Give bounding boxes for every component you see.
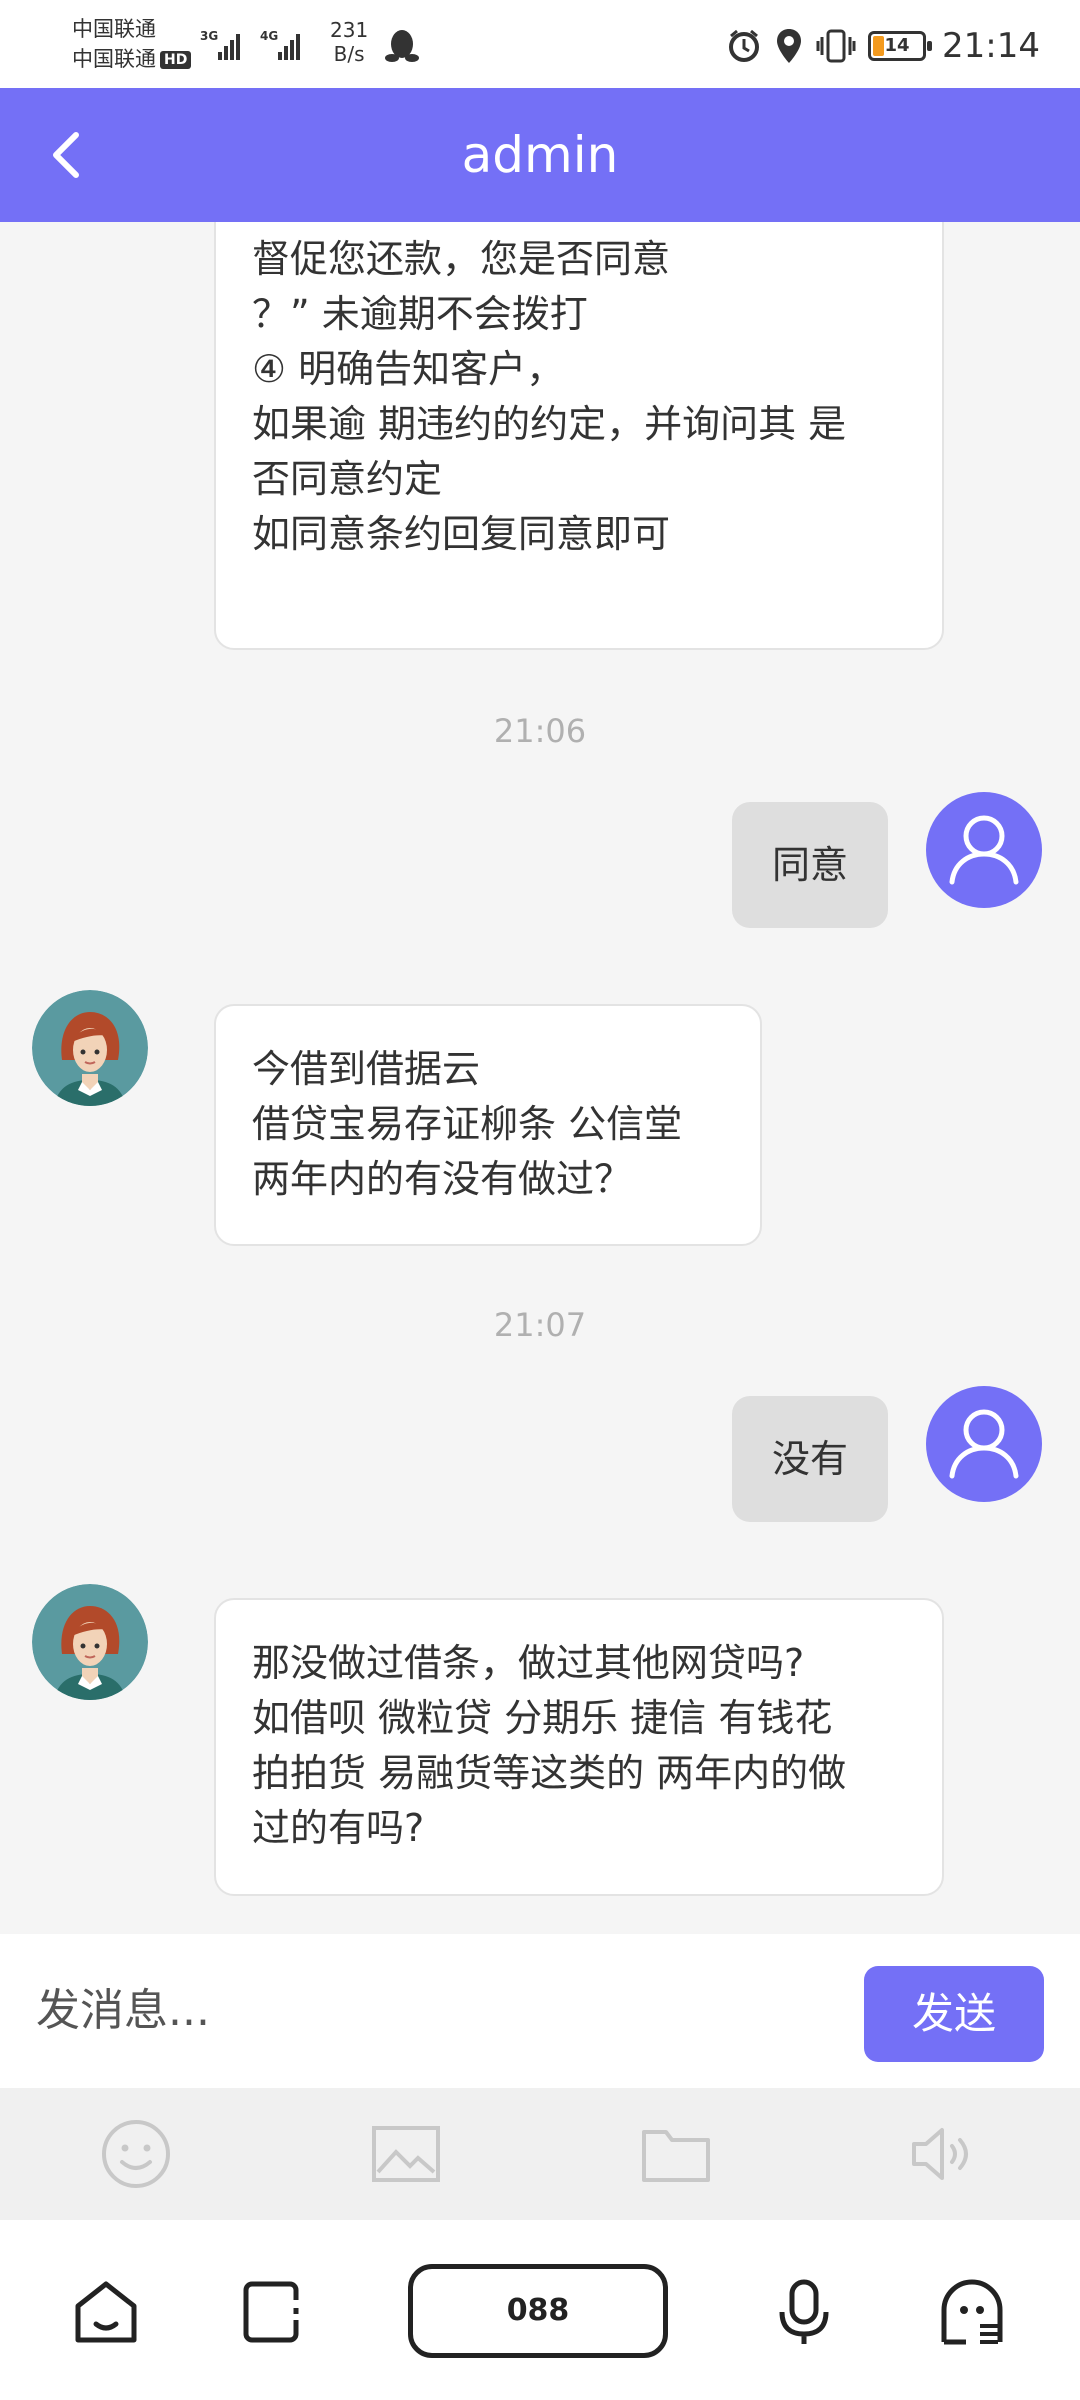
message-line: ④ 明确告知客户， (252, 347, 565, 391)
carrier-2: 中国联通 (72, 47, 156, 71)
message-line: ？” 未逾期不会拨打 (252, 292, 588, 336)
message-line: 如果逾 期违约的约定，并询问其 是 (252, 402, 847, 446)
message-timestamp: 21:06 (493, 712, 587, 750)
message-line: 今借到借据云 (252, 1047, 481, 1091)
user-avatar[interactable] (926, 792, 1042, 908)
folder-icon[interactable] (640, 2118, 712, 2190)
message-line: 如同意条约回复同意即可 (252, 512, 671, 556)
attachment-toolbar (0, 2088, 1080, 2220)
assistant-icon[interactable] (936, 2276, 1008, 2348)
user-icon (949, 815, 1019, 885)
carrier-1: 中国联通 (72, 17, 156, 41)
send-button[interactable]: 发送 (864, 1966, 1044, 2062)
message-composer: 发送 (0, 1934, 1080, 2088)
chat-header: admin (0, 88, 1080, 222)
message-text: 没有 (771, 1437, 848, 1481)
vibrate-icon (816, 29, 856, 63)
agent-avatar-icon (32, 1584, 148, 1700)
emoji-icon[interactable] (100, 2118, 172, 2190)
message-text: 同意 (771, 843, 848, 887)
navigation-pill[interactable]: 088 (408, 2264, 668, 2358)
carrier-info: 中国联通 中国联通 HD (72, 14, 192, 74)
agent-avatar[interactable] (32, 990, 148, 1106)
mic-icon[interactable] (768, 2276, 840, 2348)
location-icon (777, 29, 802, 63)
alarm-icon (729, 29, 760, 62)
message-line: 督促您还款，您是否同意 (252, 237, 671, 281)
system-navigation: 088 (0, 2220, 1080, 2400)
signal-icon: 3G 4G (200, 29, 300, 60)
message-input[interactable] (36, 1970, 816, 2050)
message-line: 两年内的有没有做过？ (252, 1157, 633, 1201)
message-bubble-agent: 今借到借据云 借贷宝易存证柳条 公信堂 两年内的有没有做过？ (214, 1004, 762, 1246)
message-list[interactable]: 督促您还款，您是否同意 ？” 未逾期不会拨打 ④ 明确告知客户， 如果逾 期违约… (0, 222, 1080, 1934)
recents-icon[interactable] (238, 2276, 310, 2348)
network-speed: 231 B/s (330, 18, 368, 66)
agent-avatar-icon (32, 990, 148, 1106)
home-icon[interactable] (70, 2276, 142, 2348)
battery-level: 14 (884, 35, 910, 56)
speaker-icon[interactable] (908, 2118, 980, 2190)
speed-value: 231 (330, 18, 369, 42)
agent-avatar[interactable] (32, 1584, 148, 1700)
message-line: 过的有吗? (252, 1806, 425, 1850)
status-bar: 中国联通 中国联通 HD 3G 4G 231 B/s 14 21:14 (0, 0, 1080, 88)
message-bubble-agent: 督促您还款，您是否同意 ？” 未逾期不会拨打 ④ 明确告知客户， 如果逾 期违约… (214, 222, 944, 650)
hd-badge: HD (160, 51, 192, 69)
message-line: 拍拍货 易融货等这类的 两年内的做 (252, 1751, 847, 1795)
qq-icon (385, 30, 419, 62)
image-icon[interactable] (370, 2118, 442, 2190)
message-line: 那没做过借条，做过其他网贷吗? (252, 1641, 805, 1685)
message-bubble-agent: 那没做过借条，做过其他网贷吗? 如借呗 微粒贷 分期乐 捷信 有钱花 拍拍货 易… (214, 1598, 944, 1896)
battery-icon: 14 (868, 31, 933, 61)
net-type-2: 4G (260, 29, 278, 43)
message-line: 借贷宝易存证柳条 公信堂 (252, 1102, 683, 1146)
message-line: 如借呗 微粒贷 分期乐 捷信 有钱花 (252, 1696, 833, 1740)
net-type-1: 3G (200, 29, 218, 43)
user-avatar[interactable] (926, 1386, 1042, 1502)
status-time: 21:14 (942, 26, 1040, 66)
speed-unit: B/s (333, 42, 365, 66)
message-line: 否同意约定 (252, 457, 443, 501)
message-bubble-user: 没有 (732, 1396, 888, 1522)
chat-title: admin (461, 126, 619, 184)
user-icon (949, 1409, 1019, 1479)
message-bubble-user: 同意 (732, 802, 888, 928)
message-timestamp: 21:07 (493, 1306, 587, 1344)
